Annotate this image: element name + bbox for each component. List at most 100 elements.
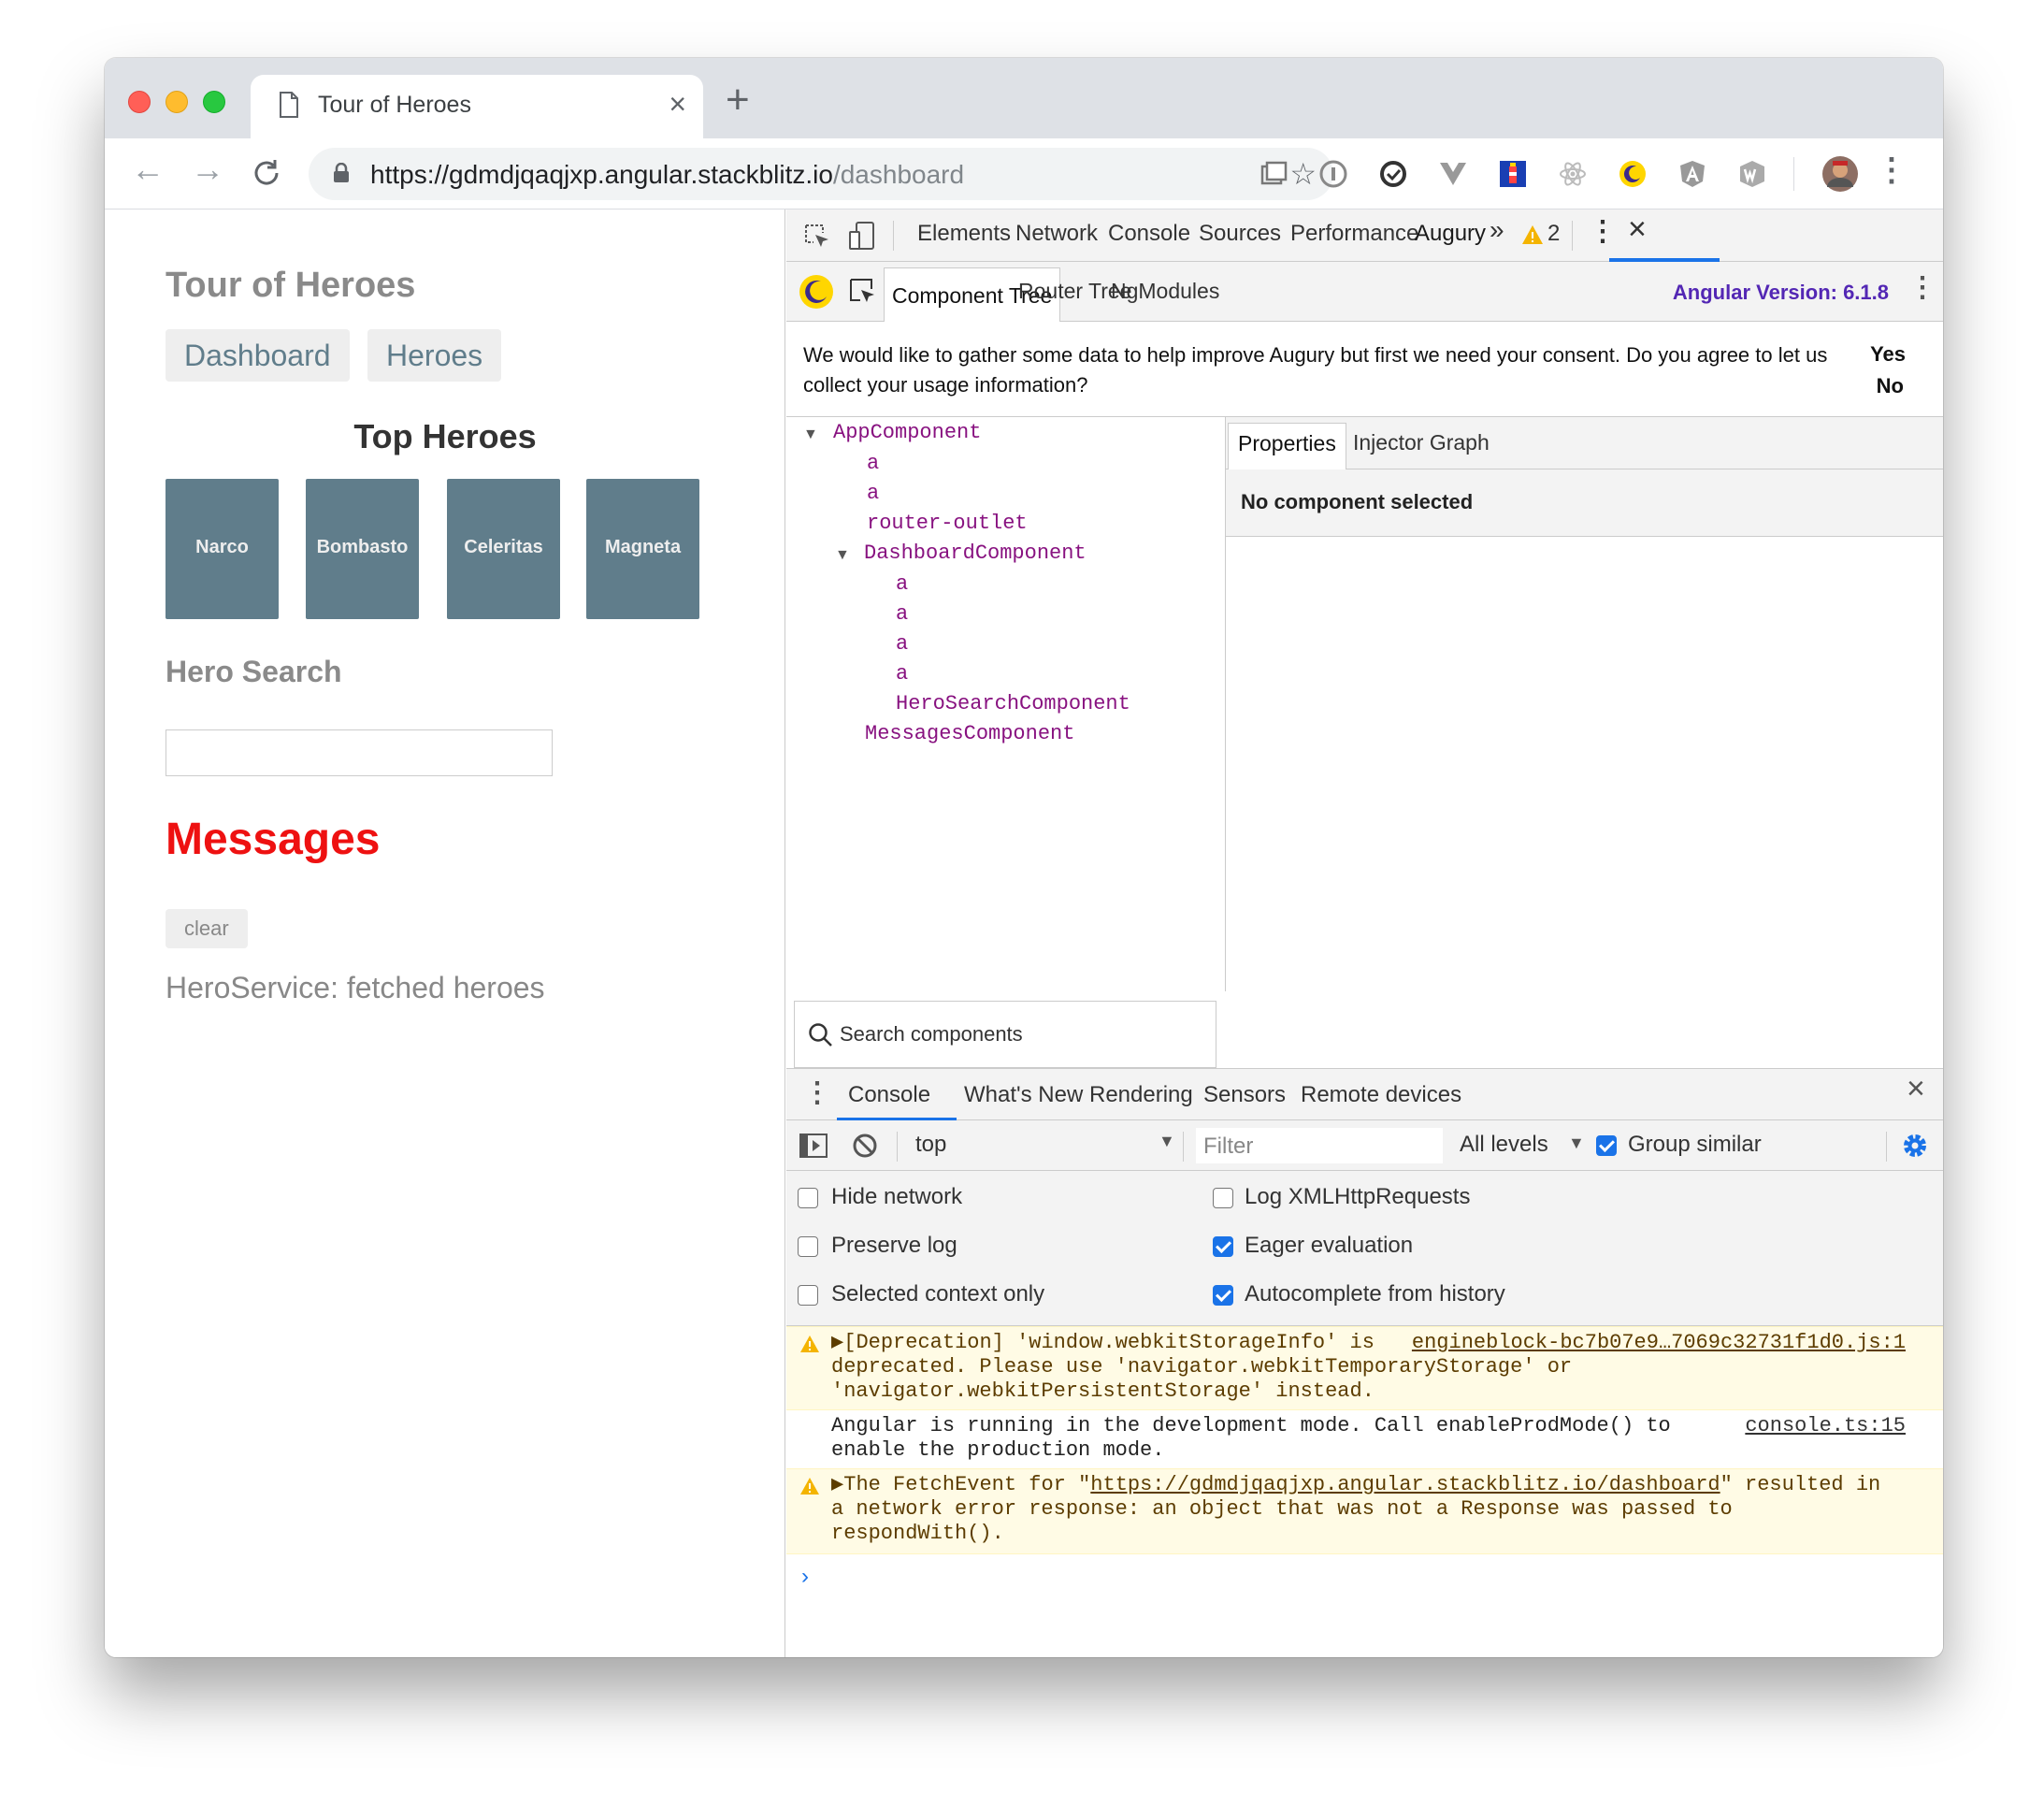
browser-menu-icon[interactable]: ⋮ <box>1876 152 1907 189</box>
tree-node[interactable]: a <box>896 632 908 656</box>
log-url-link[interactable]: https://gdmdjqaqjxp.angular.stackblitz.i… <box>1090 1473 1720 1496</box>
wappalyzer-extension-icon[interactable] <box>1737 159 1767 189</box>
consent-no-button[interactable]: No <box>1877 374 1904 398</box>
tree-node[interactable]: AppComponent <box>833 421 981 444</box>
tab-sources[interactable]: Sources <box>1199 221 1281 247</box>
tab-properties[interactable]: Properties <box>1228 423 1346 469</box>
drawer-tab-remote-devices[interactable]: Remote devices <box>1301 1082 1461 1108</box>
tab-elements[interactable]: Elements <box>917 221 1011 247</box>
drawer-tab-rendering[interactable]: Rendering <box>1089 1082 1193 1108</box>
forward-icon[interactable]: → <box>191 150 224 189</box>
tab-injector-graph[interactable]: Injector Graph <box>1353 430 1490 455</box>
address-bar[interactable]: https://gdmdjqaqjxp.angular.stackblitz.i… <box>309 148 1333 200</box>
warning-icon[interactable] <box>1521 224 1544 245</box>
nav-dashboard-link[interactable]: Dashboard <box>166 329 350 382</box>
hero-search-input[interactable] <box>166 729 553 776</box>
tree-node[interactable]: MessagesComponent <box>865 722 1074 745</box>
inspect-element-icon[interactable] <box>803 223 831 251</box>
drawer-tab-whats-new[interactable]: What's New <box>964 1082 1083 1108</box>
consent-yes-button[interactable]: Yes <box>1870 342 1906 367</box>
properties-tab-bar: Properties Injector Graph <box>1226 417 1943 469</box>
drawer-menu-icon[interactable]: ⋮ <box>803 1076 831 1109</box>
context-select[interactable]: top <box>915 1132 946 1158</box>
hero-tile[interactable]: Bombasto <box>306 479 419 619</box>
bookmark-star-icon[interactable]: ☆ <box>1289 156 1317 192</box>
log-text-part: " resulted in <box>1720 1473 1881 1496</box>
console-info-message[interactable]: Angular is running in the development mo… <box>786 1410 1943 1468</box>
preserve-log-checkbox[interactable] <box>798 1236 818 1257</box>
console-settings-gear-icon[interactable] <box>1901 1132 1929 1160</box>
log-source-link[interactable]: console.ts:15 <box>1745 1414 1906 1438</box>
new-tab-button[interactable]: + <box>726 77 750 123</box>
minimize-window-button[interactable] <box>166 91 188 113</box>
drawer-tab-sensors[interactable]: Sensors <box>1203 1082 1286 1108</box>
tree-node[interactable]: a <box>896 602 908 626</box>
augury-extension-icon[interactable] <box>1618 159 1648 189</box>
clear-console-icon[interactable] <box>852 1133 878 1159</box>
devtools-close-icon[interactable]: × <box>1628 211 1647 248</box>
show-sidebar-icon[interactable] <box>799 1134 828 1158</box>
group-similar-checkbox[interactable] <box>1596 1135 1617 1156</box>
collapse-arrow-icon[interactable]: ▼ <box>803 426 818 443</box>
console-warning-message[interactable]: ▶[Deprecation] 'window.webkitStorageInfo… <box>786 1326 1943 1410</box>
tree-node[interactable]: a <box>896 572 908 596</box>
tree-node[interactable]: HeroSearchComponent <box>896 692 1130 715</box>
tab-manager-extension-icon[interactable] <box>1259 159 1288 189</box>
tab-performance[interactable]: Performance <box>1290 221 1418 247</box>
devtools-menu-icon[interactable]: ⋮ <box>1589 215 1617 248</box>
close-window-button[interactable] <box>128 91 151 113</box>
angular-extension-icon[interactable] <box>1677 159 1707 189</box>
selected-context-only-checkbox[interactable] <box>798 1285 818 1306</box>
levels-dropdown-icon[interactable]: ▼ <box>1568 1134 1585 1153</box>
more-tabs-button[interactable]: » <box>1490 215 1504 245</box>
console-filter-input[interactable]: Filter <box>1196 1128 1443 1163</box>
devtools-tab-bar: Elements Network Console Sources Perform… <box>786 209 1943 262</box>
reload-icon[interactable] <box>251 157 282 189</box>
tree-node[interactable]: a <box>896 662 908 686</box>
top-heroes-title: Top Heroes <box>353 417 537 455</box>
tree-node[interactable]: DashboardComponent <box>864 542 1087 565</box>
tab-network[interactable]: Network <box>1015 221 1098 247</box>
console-prompt[interactable]: › <box>801 1564 809 1590</box>
tree-node[interactable]: a <box>867 482 879 505</box>
info-extension-icon[interactable] <box>1318 159 1348 189</box>
tree-node[interactable]: router-outlet <box>867 512 1028 535</box>
hero-tile[interactable]: Narco <box>166 479 279 619</box>
console-warning-message[interactable]: ▶The FetchEvent for "https://gdmdjqaqjxp… <box>786 1468 1943 1554</box>
device-toolbar-icon[interactable] <box>848 221 876 251</box>
drawer-tab-console[interactable]: Console <box>848 1082 930 1108</box>
augury-menu-icon[interactable]: ⋮ <box>1908 271 1936 304</box>
eager-evaluation-checkbox[interactable] <box>1213 1236 1233 1257</box>
collapse-arrow-icon[interactable]: ▼ <box>835 547 850 564</box>
drawer-close-icon[interactable]: × <box>1907 1071 1925 1107</box>
sync-extension-icon[interactable] <box>1378 159 1408 189</box>
log-source-link[interactable]: engineblock-bc7b07e9…7069c32731f1d0.js:1 <box>1412 1331 1906 1355</box>
back-icon[interactable]: ← <box>131 150 165 189</box>
log-xmlhttprequests-checkbox[interactable] <box>1213 1188 1233 1208</box>
augury-toolbar: Component Tree Router Tree NgModules Ang… <box>786 262 1943 322</box>
select-component-icon[interactable] <box>848 277 878 307</box>
nav-heroes-link[interactable]: Heroes <box>367 329 502 382</box>
warning-count[interactable]: 2 <box>1547 221 1560 247</box>
clear-messages-button[interactable]: clear <box>166 909 248 948</box>
hero-tile[interactable]: Magneta <box>586 479 699 619</box>
tab-ngmodules[interactable]: NgModules <box>1111 279 1219 304</box>
vue-devtools-icon[interactable] <box>1438 159 1468 189</box>
zoom-window-button[interactable] <box>203 91 225 113</box>
react-devtools-icon[interactable] <box>1558 159 1588 189</box>
search-icon <box>809 1023 832 1047</box>
context-dropdown-icon[interactable]: ▼ <box>1159 1132 1175 1151</box>
tree-node[interactable]: a <box>867 452 879 475</box>
hero-tile[interactable]: Celeritas <box>447 479 560 619</box>
tab-augury[interactable]: Augury <box>1415 221 1486 247</box>
profile-avatar-icon[interactable] <box>1821 155 1859 193</box>
search-components-input[interactable]: Search components <box>794 1001 1216 1068</box>
close-tab-icon[interactable]: × <box>669 87 686 122</box>
lighthouse-extension-icon[interactable] <box>1498 159 1528 189</box>
log-levels-select[interactable]: All levels <box>1460 1132 1548 1158</box>
autocomplete-history-checkbox[interactable] <box>1213 1285 1233 1306</box>
tab-console[interactable]: Console <box>1108 221 1190 247</box>
browser-tab[interactable]: Tour of Heroes × <box>251 75 703 138</box>
toolbar-separator <box>1183 1132 1184 1162</box>
hide-network-checkbox[interactable] <box>798 1188 818 1208</box>
